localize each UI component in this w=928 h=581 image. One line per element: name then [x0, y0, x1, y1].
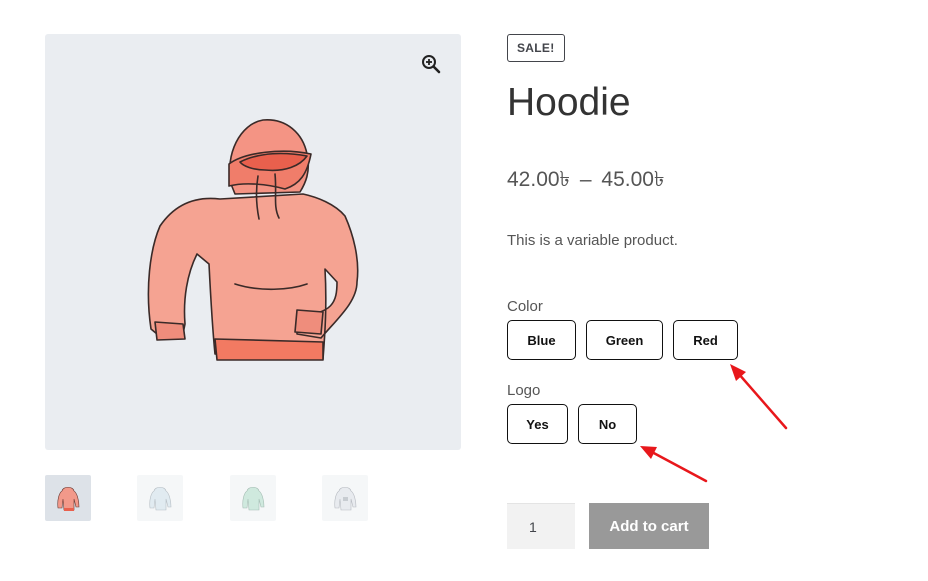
color-swatch-green[interactable]: Green [586, 320, 663, 360]
hoodie-thumb-icon [149, 486, 172, 511]
quantity-input[interactable] [507, 503, 575, 549]
hoodie-illustration [147, 119, 359, 361]
thumbnail-hoodie-green[interactable] [230, 475, 276, 521]
color-swatch-blue[interactable]: Blue [507, 320, 576, 360]
product-price-range: 42.00৳ – 45.00৳ [507, 166, 664, 194]
thumbnail-hoodie-grey[interactable] [322, 475, 368, 521]
color-attribute-label: Color [507, 298, 543, 315]
product-page: SALE! Hoodie 42.00৳ – 45.00৳ This is a v… [0, 0, 928, 581]
hoodie-thumb-icon [57, 486, 80, 511]
thumbnail-hoodie-red[interactable] [45, 475, 91, 521]
annotation-arrow-no-swatch [640, 446, 708, 483]
thumbnail-hoodie-blue[interactable] [137, 475, 183, 521]
logo-swatch-yes[interactable]: Yes [507, 404, 568, 444]
logo-attribute-label: Logo [507, 382, 541, 399]
add-to-cart-button[interactable]: Add to cart [589, 503, 709, 549]
product-title: Hoodie [507, 81, 631, 124]
price-max: 45.00৳ [601, 168, 665, 191]
price-min: 42.00৳ [507, 168, 571, 191]
price-separator: – [579, 168, 592, 191]
hoodie-thumb-icon [242, 486, 265, 511]
product-short-description: This is a variable product. [507, 232, 678, 249]
logo-swatch-no[interactable]: No [578, 404, 637, 444]
color-swatch-red[interactable]: Red [673, 320, 738, 360]
product-main-image[interactable] [45, 34, 461, 450]
sale-badge: SALE! [507, 34, 565, 62]
zoom-in-icon[interactable] [421, 54, 441, 74]
annotation-arrow-red-swatch [730, 364, 788, 430]
hoodie-thumb-icon [334, 486, 357, 511]
